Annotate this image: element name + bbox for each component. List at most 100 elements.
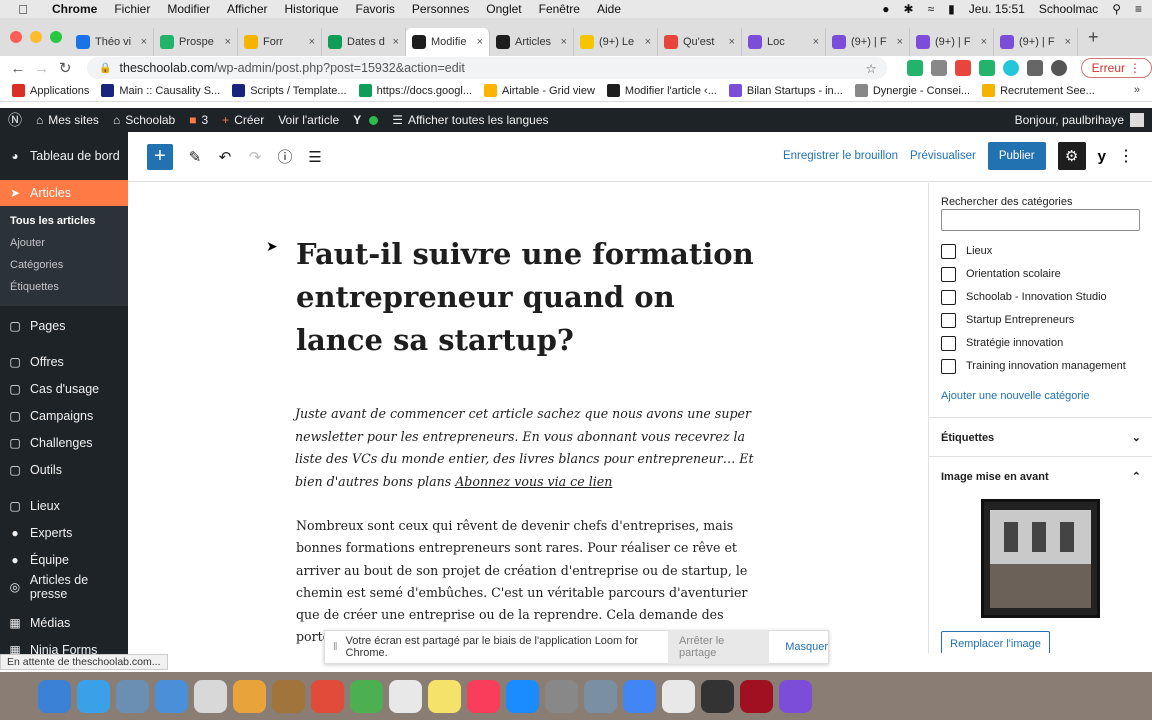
checkbox[interactable] xyxy=(941,312,956,328)
bookmark-item[interactable]: Scripts / Template... xyxy=(232,84,347,97)
dock-app-icon[interactable] xyxy=(233,679,266,713)
tab-3[interactable]: Dates d × xyxy=(322,28,406,56)
dock-app-icon[interactable] xyxy=(77,679,110,713)
clock[interactable]: Jeu. 15:51 xyxy=(969,2,1025,16)
category-checkbox-row[interactable]: Stratégie innovation xyxy=(941,335,1063,351)
dock-app-icon[interactable] xyxy=(389,679,422,713)
close-tab-icon[interactable]: × xyxy=(561,36,567,48)
preview-button[interactable]: Prévisualiser xyxy=(910,150,976,162)
sidebar-item[interactable]: ◎ Articles de presse xyxy=(0,573,128,601)
add-block-button[interactable]: + xyxy=(147,143,173,170)
puzzle-icon[interactable] xyxy=(1026,60,1043,76)
dock-app-icon[interactable] xyxy=(428,679,461,713)
category-checkbox-row[interactable]: Lieux xyxy=(941,243,992,259)
tab-8[interactable]: Loc × xyxy=(742,28,826,56)
featured-image-toggle[interactable]: Image mise en avant ⌃ xyxy=(929,456,1152,496)
menu-afficher[interactable]: Afficher xyxy=(227,2,267,16)
dock-app-icon[interactable] xyxy=(701,679,734,713)
sidebar-item[interactable]: ▢ Offres xyxy=(0,348,128,375)
checkbox[interactable] xyxy=(941,266,956,282)
redo-icon[interactable]: ↷ xyxy=(247,148,263,166)
close-tab-icon[interactable]: × xyxy=(813,36,819,48)
close-tab-icon[interactable]: × xyxy=(393,36,399,48)
extension-icon[interactable] xyxy=(978,60,995,76)
sidebar-item[interactable]: ▢ Campaigns xyxy=(0,402,128,429)
bookmark-item[interactable]: Applications xyxy=(12,84,89,97)
close-tab-icon[interactable]: × xyxy=(1065,36,1071,48)
hide-button[interactable]: Masquer xyxy=(785,641,828,653)
menu-aide[interactable]: Aide xyxy=(597,2,621,16)
tab-10[interactable]: (9+) | F × xyxy=(910,28,994,56)
save-draft-button[interactable]: Enregistrer le brouillon xyxy=(783,150,898,162)
control-center-icon[interactable]: ≡ xyxy=(1135,2,1142,16)
bookmark-item[interactable]: Modifier l'article ‹... xyxy=(606,84,717,97)
dock-app-icon[interactable] xyxy=(740,679,773,713)
menu-favoris[interactable]: Favoris xyxy=(356,2,395,16)
body-paragraph[interactable]: Nombreux sont ceux qui rêvent de devenir… xyxy=(296,515,766,649)
close-tab-icon[interactable]: × xyxy=(897,36,903,48)
sidebar-item[interactable]: ▦ Médias xyxy=(0,609,128,636)
error-button[interactable]: Erreur ⋮ xyxy=(1080,58,1152,78)
dock-app-icon[interactable] xyxy=(467,679,500,713)
category-checkbox-row[interactable]: Startup Entrepreneurs xyxy=(941,312,1074,328)
camera-icon[interactable]: ● xyxy=(882,2,889,16)
extension-icon[interactable] xyxy=(1002,60,1019,76)
dock-app-icon[interactable] xyxy=(272,679,305,713)
maximize-window-icon[interactable] xyxy=(50,31,62,43)
tab-9[interactable]: (9+) | F × xyxy=(826,28,910,56)
bookmark-item[interactable]: https://docs.googl... xyxy=(358,84,472,97)
dock-app-icon[interactable] xyxy=(662,679,695,713)
close-tab-icon[interactable]: × xyxy=(729,36,735,48)
apple-icon[interactable]:  xyxy=(14,2,32,17)
dock-app-icon[interactable] xyxy=(311,679,344,713)
sub-categories[interactable]: Catégories xyxy=(0,254,128,276)
user-avatar[interactable] xyxy=(1130,113,1144,127)
sidebar-item-articles[interactable]: ➤ Articles xyxy=(0,180,128,206)
sidebar-item[interactable]: ▢ Challenges xyxy=(0,429,128,456)
extension-icon[interactable] xyxy=(954,60,971,76)
back-icon[interactable]: ← xyxy=(6,60,30,77)
close-tab-icon[interactable]: × xyxy=(141,36,147,48)
reload-icon[interactable]: ↻ xyxy=(53,59,77,77)
list-view-icon[interactable]: ☰ xyxy=(307,148,323,166)
bookmark-star-icon[interactable]: ☆ xyxy=(865,61,876,76)
spotlight-icon[interactable]: ⚲ xyxy=(1112,2,1121,16)
my-sites-link[interactable]: ⌂ Mes sites xyxy=(36,113,99,127)
category-checkbox-row[interactable]: Training innovation management xyxy=(941,358,1126,374)
bookmark-item[interactable]: Recrutement See... xyxy=(982,84,1095,97)
sub-all-articles[interactable]: Tous les articles xyxy=(0,210,128,232)
dock-app-icon[interactable] xyxy=(779,679,812,713)
edit-icon[interactable]: ✎ xyxy=(187,148,203,166)
url-input[interactable]: 🔒 theschoolab.com /wp-admin/post.php?pos… xyxy=(87,57,887,79)
close-tab-icon[interactable]: × xyxy=(981,36,987,48)
checkbox[interactable] xyxy=(941,243,956,259)
sub-add[interactable]: Ajouter xyxy=(0,232,128,254)
bookmark-item[interactable]: Main :: Causality S... xyxy=(101,84,220,97)
dock-app-icon[interactable] xyxy=(38,679,71,713)
info-icon[interactable]: ⓘ xyxy=(277,146,293,167)
tab-6[interactable]: (9+) Le × xyxy=(574,28,658,56)
extension-icon[interactable] xyxy=(930,60,947,76)
drag-handle-icon[interactable]: ‖ xyxy=(333,641,338,653)
yoast-icon[interactable]: Y xyxy=(353,113,361,127)
minimize-window-icon[interactable] xyxy=(30,31,42,43)
bookmark-item[interactable]: Airtable - Grid view xyxy=(483,84,595,97)
settings-gear-icon[interactable]: ⚙ xyxy=(1057,142,1086,170)
tags-section-toggle[interactable]: Étiquettes ⌄ xyxy=(929,417,1152,457)
intro-paragraph[interactable]: Juste avant de commencer cet article sac… xyxy=(295,403,755,493)
tab-7[interactable]: Qu'est × xyxy=(658,28,742,56)
languages-link[interactable]: ☰ Afficher toutes les langues xyxy=(392,113,548,127)
post-title[interactable]: Faut-il suivre une formation entrepreneu… xyxy=(296,233,766,362)
bookmark-item[interactable]: Dynergie - Consei... xyxy=(854,84,970,97)
featured-image[interactable] xyxy=(981,499,1100,618)
checkbox[interactable] xyxy=(941,358,956,374)
add-category-link[interactable]: Ajouter une nouvelle catégorie xyxy=(941,390,1090,402)
sidebar-item[interactable]: ▢ Pages xyxy=(0,312,128,339)
category-search-input[interactable] xyxy=(941,209,1140,231)
close-tab-icon[interactable]: × xyxy=(225,36,231,48)
tab-5[interactable]: Articles × xyxy=(490,28,574,56)
app-menu[interactable]: Chrome xyxy=(52,2,97,16)
dock-app-icon[interactable] xyxy=(155,679,188,713)
comments-link[interactable]: ■ 3 xyxy=(189,113,208,127)
replace-image-button[interactable]: Remplacer l'image xyxy=(941,631,1050,653)
